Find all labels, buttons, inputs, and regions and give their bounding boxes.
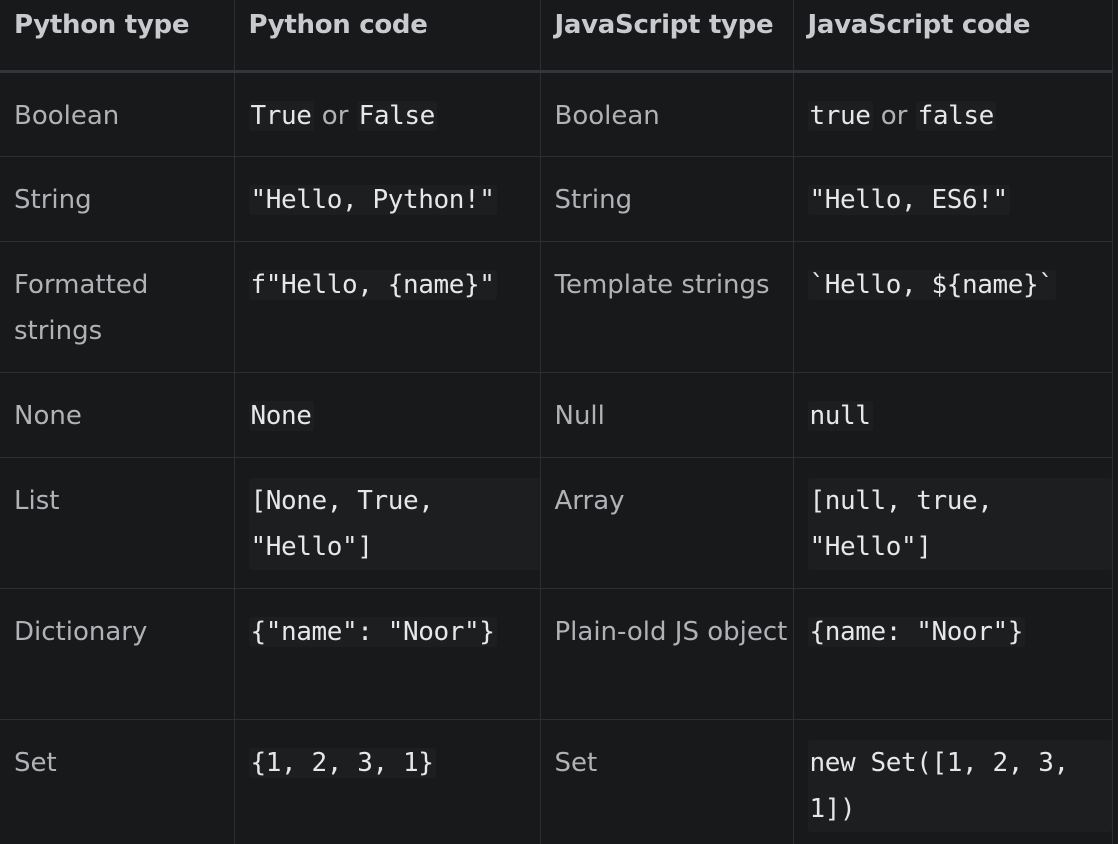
python-code-cell: [None, True, "Hello"] <box>234 457 541 589</box>
js-code-cell: new Set([1, 2, 3, 1]) <box>793 719 1113 844</box>
js-code: new Set([1, 2, 3, 1]) <box>807 739 1112 832</box>
js-code-cell: {name: "Noor"} <box>793 588 1113 720</box>
table-row-none: None None Null null <box>0 372 1113 458</box>
table-row-formatted-strings: Formatted strings f"Hello, {name}" Templ… <box>0 241 1113 373</box>
js-code-cell: true or false <box>793 71 1113 157</box>
js-type-cell: Boolean <box>540 71 794 157</box>
js-type-cell: Null <box>540 372 794 458</box>
python-code: [None, True, "Hello"] <box>248 477 540 570</box>
python-type-cell: None <box>0 372 235 458</box>
js-type-cell: Plain-old JS object <box>540 588 794 720</box>
table-row-list: List [None, True, "Hello"] Array [null, … <box>0 457 1113 589</box>
python-type-cell: Dictionary <box>0 588 235 720</box>
python-code-cell: {1, 2, 3, 1} <box>234 719 541 844</box>
js-type-cell: Set <box>540 719 794 844</box>
python-code: "Hello, Python!" <box>248 184 497 215</box>
js-type-cell: Template strings <box>540 241 794 373</box>
python-code-false: False <box>356 100 437 131</box>
js-code-true: true <box>807 100 873 131</box>
or-text: or <box>321 100 349 131</box>
table-body: Boolean True or False Boolean true or fa… <box>0 71 1113 844</box>
or-text: or <box>880 100 908 131</box>
js-code-cell: "Hello, ES6!" <box>793 156 1113 242</box>
python-code-cell: True or False <box>234 71 541 157</box>
python-code: {1, 2, 3, 1} <box>248 747 436 778</box>
header-javascript-code: JavaScript code <box>793 0 1113 73</box>
header-python-code: Python code <box>234 0 541 73</box>
table-header: Python type Python code JavaScript type … <box>0 0 1113 73</box>
header-javascript-type: JavaScript type <box>540 0 794 73</box>
python-type-cell: List <box>0 457 235 589</box>
python-code: None <box>248 400 314 431</box>
python-code-cell: f"Hello, {name}" <box>234 241 541 373</box>
js-type-cell: Array <box>540 457 794 589</box>
header-python-type: Python type <box>0 0 235 73</box>
type-comparison-table: Python type Python code JavaScript type … <box>0 0 1113 844</box>
python-type-cell: Boolean <box>0 71 235 157</box>
js-code-cell: null <box>793 372 1113 458</box>
python-code: f"Hello, {name}" <box>248 269 497 300</box>
python-type-cell: String <box>0 156 235 242</box>
python-code-cell: "Hello, Python!" <box>234 156 541 242</box>
js-type-cell: String <box>540 156 794 242</box>
js-code: null <box>807 400 873 431</box>
python-type-cell: Set <box>0 719 235 844</box>
table-row-boolean: Boolean True or False Boolean true or fa… <box>0 71 1113 157</box>
table-row-string: String "Hello, Python!" String "Hello, E… <box>0 156 1113 242</box>
js-code: "Hello, ES6!" <box>807 184 1010 215</box>
python-code: {"name": "Noor"} <box>248 616 497 647</box>
python-code-true: True <box>248 100 314 131</box>
python-code-cell: {"name": "Noor"} <box>234 588 541 720</box>
table-row-dictionary: Dictionary {"name": "Noor"} Plain-old JS… <box>0 588 1113 720</box>
js-code: {name: "Noor"} <box>807 616 1026 647</box>
table-row-set: Set {1, 2, 3, 1} Set new Set([1, 2, 3, 1… <box>0 719 1113 844</box>
python-code-cell: None <box>234 372 541 458</box>
js-code: `Hello, ${name}` <box>807 269 1056 300</box>
header-row: Python type Python code JavaScript type … <box>0 0 1113 73</box>
js-code-cell: `Hello, ${name}` <box>793 241 1113 373</box>
js-code-false: false <box>915 100 996 131</box>
python-type-cell: Formatted strings <box>0 241 235 373</box>
js-code: [null, true, "Hello"] <box>807 477 1112 570</box>
js-code-cell: [null, true, "Hello"] <box>793 457 1113 589</box>
